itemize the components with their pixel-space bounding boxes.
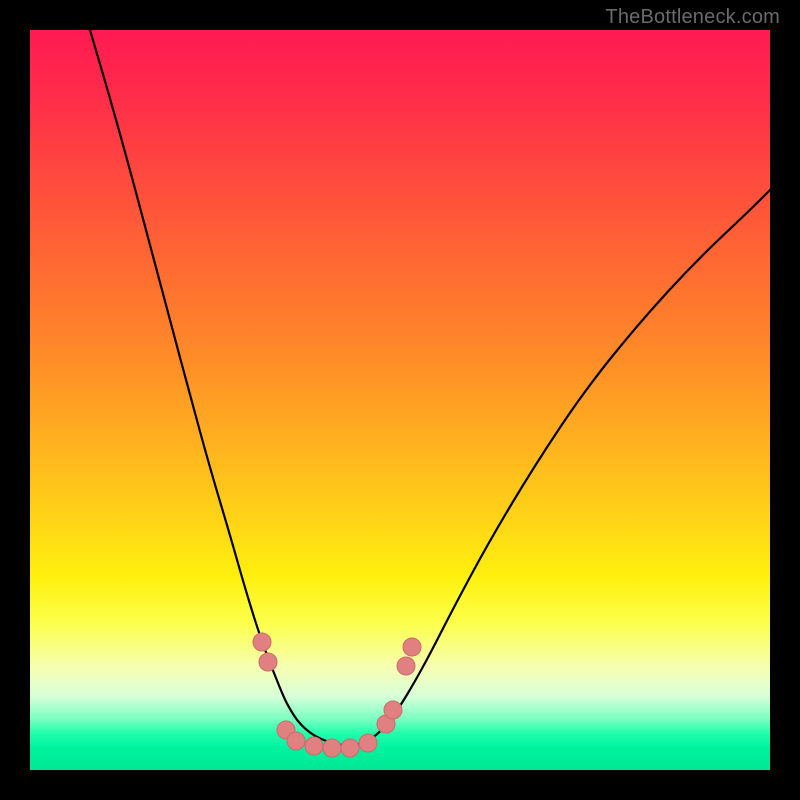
marker-point bbox=[287, 732, 305, 750]
marker-point bbox=[341, 739, 359, 757]
marker-point bbox=[305, 737, 323, 755]
marker-point bbox=[253, 633, 271, 651]
marker-point bbox=[323, 739, 341, 757]
marker-point bbox=[384, 701, 402, 719]
watermark-text: TheBottleneck.com bbox=[605, 6, 780, 29]
marker-point bbox=[359, 734, 377, 752]
marker-group bbox=[253, 633, 421, 757]
marker-point bbox=[259, 653, 277, 671]
left-curve bbox=[90, 30, 350, 747]
curve-svg bbox=[30, 30, 770, 770]
marker-point bbox=[403, 638, 421, 656]
marker-point bbox=[397, 657, 415, 675]
chart-frame: TheBottleneck.com bbox=[0, 0, 800, 800]
plot-area bbox=[30, 30, 770, 770]
